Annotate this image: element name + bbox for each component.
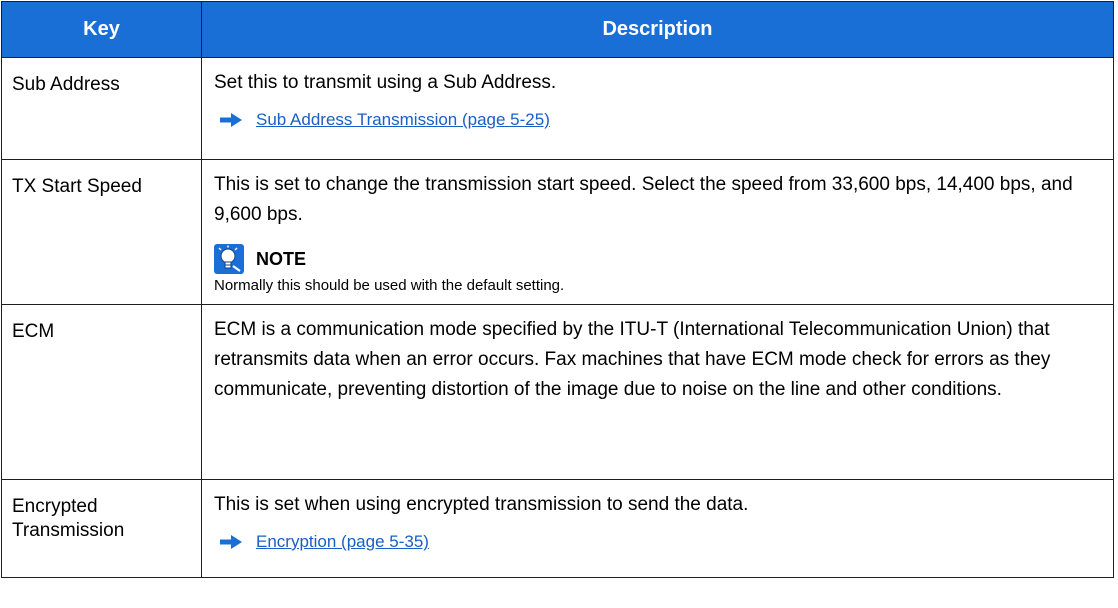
note-title: NOTE bbox=[256, 249, 307, 269]
description-text: This is set when using encrypted transmi… bbox=[214, 494, 749, 515]
header-key: Key bbox=[1, 1, 202, 58]
key-cell: TX Start Speed bbox=[1, 159, 202, 305]
description-text: This is set to change the transmission s… bbox=[214, 174, 1073, 225]
settings-table: Key Description Sub Address Set this to … bbox=[1, 1, 1114, 578]
encryption-link[interactable]: Encryption (page 5-35) bbox=[256, 527, 429, 557]
sub-address-transmission-link[interactable]: Sub Address Transmission (page 5-25) bbox=[256, 105, 550, 135]
table-row: TX Start Speed This is set to change the… bbox=[1, 159, 1114, 305]
header-description: Description bbox=[201, 1, 1114, 58]
key-cell: ECM bbox=[1, 304, 202, 480]
arrow-right-icon bbox=[220, 113, 242, 127]
lightbulb-icon bbox=[214, 244, 244, 274]
table-row: Encrypted Transmission This is set when … bbox=[1, 479, 1114, 578]
key-cell: Encrypted Transmission bbox=[1, 479, 202, 578]
table-row: ECM ECM is a communication mode specifie… bbox=[1, 304, 1114, 480]
description-text: ECM is a communication mode specified by… bbox=[214, 319, 1051, 400]
key-cell: Sub Address bbox=[1, 57, 202, 160]
description-text: Set this to transmit using a Sub Address… bbox=[214, 72, 557, 93]
table-header-row: Key Description bbox=[1, 1, 1114, 58]
note-text: Normally this should be used with the de… bbox=[214, 277, 565, 294]
description-cell: This is set to change the transmission s… bbox=[201, 159, 1114, 305]
reference-link: Encryption (page 5-35) bbox=[214, 528, 1101, 556]
description-cell: Set this to transmit using a Sub Address… bbox=[201, 57, 1114, 160]
arrow-right-icon bbox=[220, 535, 242, 549]
reference-link: Sub Address Transmission (page 5-25) bbox=[214, 106, 1101, 134]
description-cell: ECM is a communication mode specified by… bbox=[201, 304, 1114, 480]
note-header: NOTE bbox=[214, 244, 1101, 274]
table-row: Sub Address Set this to transmit using a… bbox=[1, 57, 1114, 160]
description-cell: This is set when using encrypted transmi… bbox=[201, 479, 1114, 578]
